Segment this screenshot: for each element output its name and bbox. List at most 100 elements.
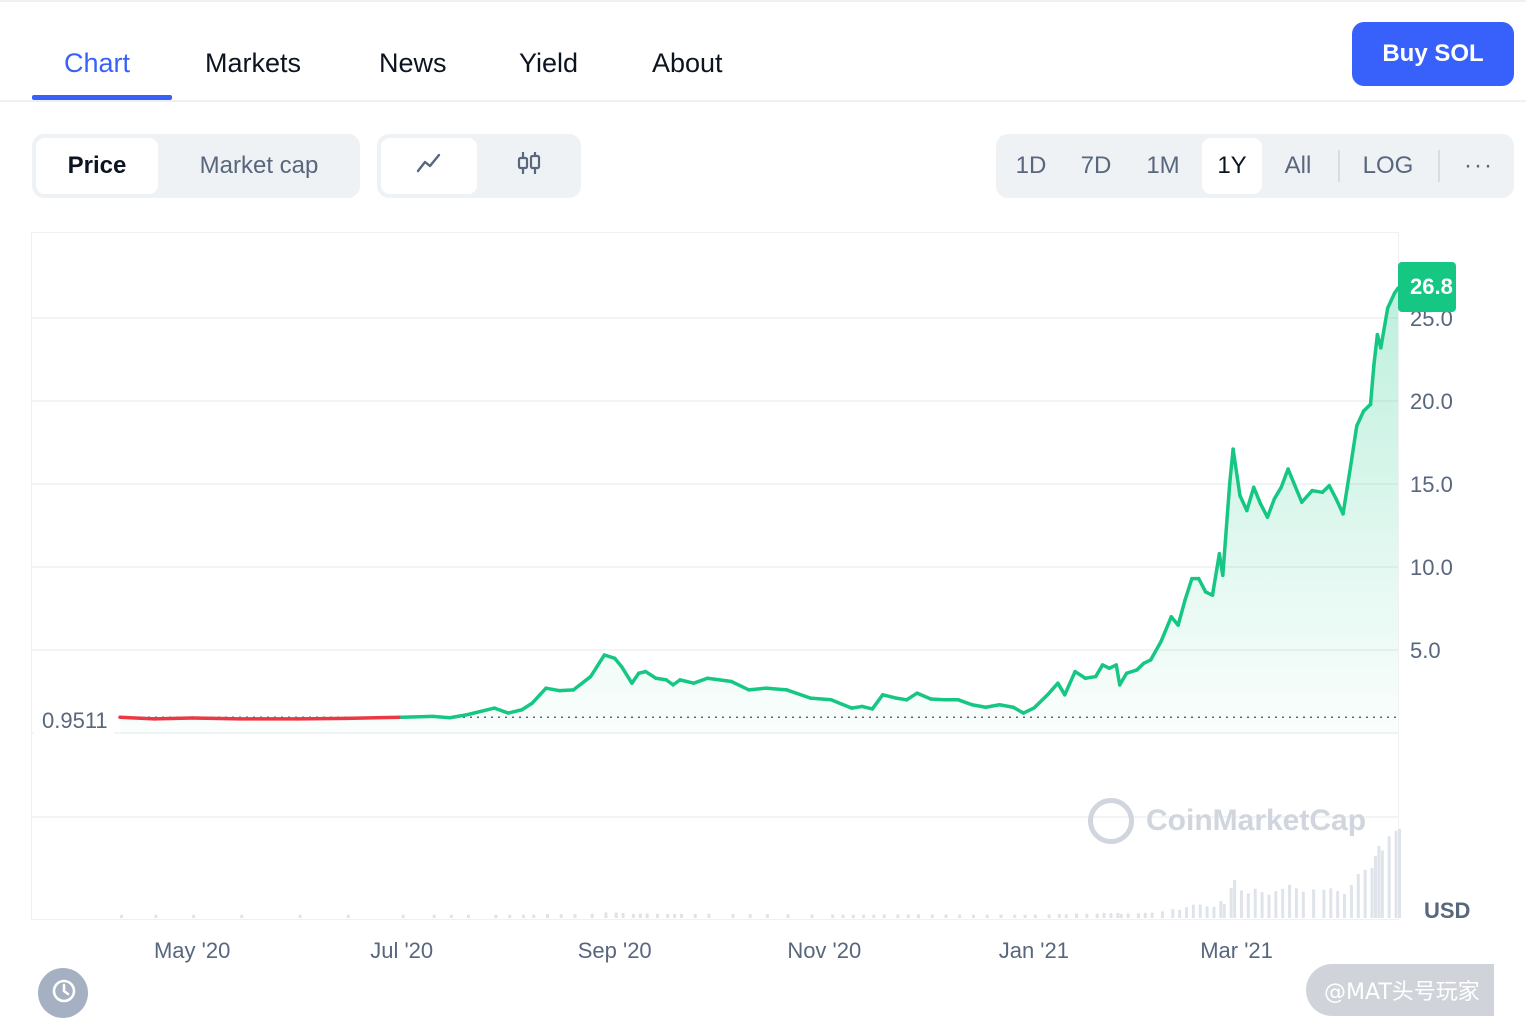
volume-bar: [1302, 892, 1305, 918]
volume-bar: [1185, 907, 1188, 918]
volume-bar: [299, 915, 302, 918]
volume-bar: [522, 915, 525, 918]
volume-bar: [1223, 904, 1226, 918]
volume-bar: [1199, 905, 1202, 918]
volume-bar: [546, 914, 549, 918]
volume-bar: [1024, 915, 1027, 918]
price-line-segment: [154, 718, 192, 719]
volume-bar: [1137, 913, 1140, 918]
volume-bar: [1371, 868, 1374, 918]
volume-bar: [622, 913, 625, 918]
volume-bar: [1058, 914, 1061, 918]
volume-bar: [508, 915, 511, 918]
last-price-label: 26.8: [1398, 262, 1456, 312]
volume-bar: [883, 914, 886, 918]
price-line-segment: [433, 716, 450, 717]
volume-bar: [986, 915, 989, 918]
volume-bar: [639, 913, 642, 918]
volume-bar: [532, 915, 535, 918]
volume-bar: [680, 914, 683, 918]
open-price-label: 0.9511: [34, 706, 114, 736]
volume-bar: [494, 915, 497, 918]
volume-bar: [1322, 890, 1325, 918]
y-tick-label: 10.0: [1410, 555, 1453, 580]
volume-bar: [1151, 913, 1154, 918]
volume-bar: [450, 915, 453, 918]
volume-bar: [1161, 911, 1164, 918]
history-button[interactable]: [38, 968, 88, 1018]
history-icon: [49, 977, 77, 1010]
volume-bar: [591, 914, 594, 918]
price-line-segment: [931, 699, 945, 700]
volume-bar: [1048, 914, 1051, 918]
volume-bar: [907, 915, 910, 918]
volume-bar: [1127, 913, 1130, 918]
volume-bar: [1395, 831, 1398, 918]
volume-bar: [749, 914, 752, 918]
volume-bar: [852, 915, 855, 918]
volume-bar: [1085, 914, 1088, 918]
volume-bar: [1329, 888, 1332, 918]
volume-bar: [1212, 907, 1215, 918]
volume-bar: [1096, 914, 1099, 918]
volume-bar: [1144, 913, 1147, 918]
volume-bar: [1388, 836, 1391, 918]
price-line-segment: [546, 688, 560, 690]
volume-bar: [958, 915, 961, 918]
x-tick-label: Mar '21: [1200, 938, 1273, 963]
volume-bar: [120, 915, 123, 918]
price-area-fill: [120, 288, 1398, 733]
volume-bar: [604, 912, 607, 918]
volume-bar: [632, 914, 635, 918]
volume-bar: [931, 914, 934, 918]
volume-bar: [1034, 915, 1037, 918]
volume-bar: [1357, 874, 1360, 918]
volume-bar: [347, 915, 350, 918]
volume-bar: [1219, 901, 1222, 918]
volume-bar: [192, 915, 195, 918]
volume-bar: [1374, 856, 1377, 918]
volume-bar: [615, 913, 618, 918]
x-tick-label: Nov '20: [787, 938, 861, 963]
volume-bar: [831, 915, 834, 918]
coinmarketcap-logo-icon: [1088, 798, 1134, 844]
volume-bar: [1230, 888, 1233, 918]
volume-bar: [402, 915, 405, 918]
volume-bar: [1192, 905, 1195, 918]
volume-bar: [1065, 914, 1068, 918]
volume-bar: [1013, 915, 1016, 918]
volume-bar: [811, 914, 814, 918]
volume-bar: [154, 915, 157, 918]
watermark: CoinMarketCap: [1088, 798, 1366, 844]
volume-bar: [666, 914, 669, 918]
volume-bar: [1247, 893, 1250, 918]
volume-bar: [872, 915, 875, 918]
volume-bar: [945, 915, 948, 918]
y-tick-label: 15.0: [1410, 472, 1453, 497]
price-line-segment: [192, 718, 240, 719]
volume-bar: [1281, 889, 1284, 918]
volume-bar: [560, 914, 563, 918]
volume-bar: [1364, 870, 1367, 918]
volume-bar: [433, 915, 436, 918]
corner-badge: @MAT头号玩家: [1306, 964, 1494, 1016]
volume-bar: [1274, 891, 1277, 918]
volume-bar: [646, 913, 649, 918]
volume-bar: [1178, 910, 1181, 918]
price-line-segment: [999, 705, 1013, 707]
price-line-segment: [347, 717, 402, 718]
price-line-segment: [986, 705, 1000, 707]
volume-bar: [732, 914, 735, 918]
x-tick-label: Sep '20: [578, 938, 652, 963]
volume-bar: [917, 914, 920, 918]
volume-bar: [1350, 885, 1353, 918]
volume-bar: [972, 915, 975, 918]
x-tick-label: Jul '20: [370, 938, 433, 963]
price-line-segment: [811, 698, 832, 700]
price-line-segment: [766, 688, 787, 690]
volume-bar: [694, 914, 697, 918]
y-tick-label: 20.0: [1410, 389, 1453, 414]
volume-bar: [1171, 909, 1174, 918]
price-chart[interactable]: 5.010.015.020.025.0 May '20Jul '20Sep '2…: [0, 0, 1526, 1016]
volume-bar: [673, 914, 676, 918]
